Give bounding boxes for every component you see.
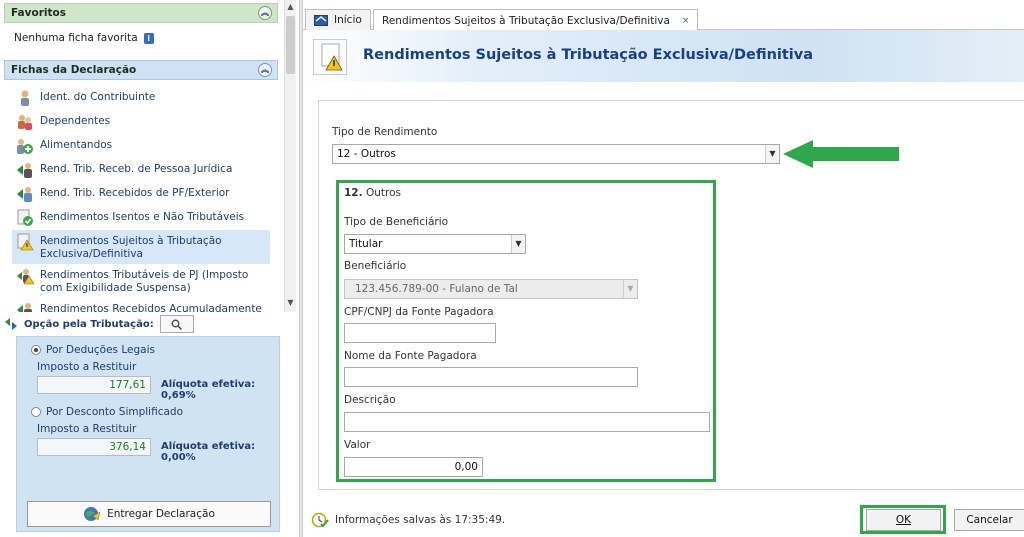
globe-send-icon bbox=[84, 507, 101, 521]
alimentandos-icon bbox=[17, 139, 33, 154]
sidebar-scrollbar[interactable]: ▲ ▼ bbox=[284, 0, 296, 312]
deducoes-legais-radio[interactable] bbox=[31, 345, 41, 355]
ficha-item-rend-trib-pf[interactable]: Rend. Trib. Recebidos de PF/Exterior bbox=[12, 182, 270, 206]
ficha-item-rend-trib-pj[interactable]: Rend. Trib. Receb. de Pessoa Jurídica bbox=[12, 158, 270, 182]
status-text: Informações salvas às 17:35:49. bbox=[335, 514, 506, 526]
fichas-list: Ident. do Contribuinte Dependentes Alime… bbox=[12, 86, 270, 312]
saved-clock-icon bbox=[311, 512, 329, 528]
tab-inicio-label: Início bbox=[334, 14, 362, 26]
ficha-item-tributacao-exclusiva[interactable]: Rendimentos Sujeitos à Tributação Exclus… bbox=[12, 230, 270, 264]
desconto-simplificado-radio[interactable] bbox=[31, 407, 41, 417]
ficha-label: Alimentandos bbox=[40, 139, 113, 151]
tab-bar: Início Rendimentos Sujeitos à Tributação… bbox=[303, 0, 1024, 31]
collapse-fichas-icon[interactable]: ︽ bbox=[258, 63, 272, 77]
suspended-income-icon bbox=[17, 269, 34, 285]
imposto-restituir-value-1: 177,61 bbox=[37, 376, 151, 394]
favoritos-header[interactable]: Favoritos ︽ bbox=[4, 3, 278, 23]
accumulated-income-icon bbox=[17, 303, 32, 312]
main-panel: Início Rendimentos Sujeitos à Tributação… bbox=[303, 0, 1024, 537]
ficha-label: Rendimentos Recebidos Acumuladamente bbox=[40, 303, 262, 312]
entregar-declaracao-label: Entregar Declaração bbox=[107, 508, 215, 520]
opcao-search-button[interactable] bbox=[159, 315, 194, 333]
scrollbar-thumb[interactable] bbox=[286, 16, 295, 74]
tipo-rendimento-select[interactable]: 12 - Outros ▼ bbox=[332, 144, 780, 164]
fichas-title: Fichas da Declaração bbox=[11, 64, 137, 76]
aliquota-efetiva-1: Alíquota efetiva: 0,69% bbox=[161, 379, 256, 401]
cancel-label: Cancelar bbox=[966, 514, 1013, 526]
swap-arrows-icon bbox=[5, 318, 17, 330]
desconto-simplificado-radio-row[interactable]: Por Desconto Simplificado bbox=[31, 406, 183, 418]
close-tab-icon[interactable]: × bbox=[682, 16, 690, 26]
income-pf-icon bbox=[17, 187, 32, 202]
search-icon bbox=[171, 319, 183, 330]
person-icon bbox=[21, 90, 29, 106]
chevron-down-icon[interactable]: ▼ bbox=[765, 145, 779, 163]
dependents-icon bbox=[18, 115, 32, 130]
ok-highlight-frame bbox=[860, 505, 946, 534]
fichas-header[interactable]: Fichas da Declaração ︽ bbox=[4, 60, 278, 80]
ficha-item-alimentandos[interactable]: Alimentandos bbox=[12, 134, 270, 158]
ficha-item-acumuladamente[interactable]: Rendimentos Recebidos Acumuladamente bbox=[12, 298, 270, 312]
deducoes-legais-radio-row[interactable]: Por Deduções Legais bbox=[31, 344, 155, 356]
page-title: Rendimentos Sujeitos à Tributação Exclus… bbox=[363, 47, 814, 63]
imposto-restituir-label-2: Imposto a Restituir bbox=[37, 423, 137, 435]
aliquota-efetiva-2: Alíquota efetiva: 0,00% bbox=[161, 441, 256, 463]
status-bar: Informações salvas às 17:35:49. bbox=[311, 512, 505, 528]
ficha-label: Rendimentos Tributáveis de PJ (Imposto c… bbox=[40, 269, 249, 294]
exempt-income-icon bbox=[17, 209, 33, 226]
favoritos-title: Favoritos bbox=[11, 7, 66, 19]
home-icon bbox=[314, 14, 328, 26]
tab-inicio[interactable]: Início bbox=[305, 9, 371, 30]
tab-rendimentos-label: Rendimentos Sujeitos à Tributação Exclus… bbox=[382, 14, 670, 27]
tributacao-panel: Por Deduções Legais Imposto a Restituir … bbox=[16, 336, 280, 532]
ficha-label: Rendimentos Sujeitos à Tributação Exclus… bbox=[40, 235, 222, 260]
imposto-restituir-label-1: Imposto a Restituir bbox=[37, 361, 137, 373]
imposto-restituir-value-2: 376,14 bbox=[37, 438, 151, 456]
green-arrow-annotation bbox=[783, 140, 899, 168]
collapse-favoritos-icon[interactable]: ︽ bbox=[258, 6, 272, 20]
ficha-item-isentos[interactable]: Rendimentos Isentos e Não Tributáveis bbox=[12, 206, 270, 230]
info-icon[interactable]: i bbox=[143, 32, 154, 44]
tipo-rendimento-label: Tipo de Rendimento bbox=[332, 126, 438, 138]
tab-rendimentos[interactable]: Rendimentos Sujeitos à Tributação Exclus… bbox=[373, 9, 699, 31]
income-pj-icon bbox=[17, 163, 32, 178]
scroll-up-icon[interactable]: ▲ bbox=[285, 2, 296, 14]
ficha-label: Ident. do Contribuinte bbox=[40, 91, 156, 103]
cancel-button[interactable]: Cancelar bbox=[954, 509, 1024, 531]
ficha-label: Rendimentos Isentos e Não Tributáveis bbox=[40, 211, 245, 223]
no-favorites-label: Nenhuma ficha favorita bbox=[14, 32, 138, 44]
page-header: Rendimentos Sujeitos à Tributação Exclus… bbox=[303, 30, 1024, 82]
warning-doc-icon bbox=[17, 233, 34, 251]
ficha-label: Rend. Trib. Receb. de Pessoa Jurídica bbox=[40, 163, 233, 175]
no-favorites-text: Nenhuma ficha favorita i bbox=[14, 32, 154, 44]
highlight-frame bbox=[336, 180, 716, 482]
ficha-item-ident-contribuinte[interactable]: Ident. do Contribuinte bbox=[12, 86, 270, 110]
opcao-tributacao-label: Opção pela Tributação: bbox=[24, 318, 154, 330]
tipo-rendimento-value: 12 - Outros bbox=[337, 148, 396, 160]
ficha-label: Rend. Trib. Recebidos de PF/Exterior bbox=[40, 187, 230, 199]
opcao-tributacao-row: Opção pela Tributação: bbox=[0, 313, 296, 335]
ficha-label: Dependentes bbox=[40, 115, 111, 127]
desconto-simplificado-label: Por Desconto Simplificado bbox=[46, 406, 184, 418]
ficha-item-dependentes[interactable]: Dependentes bbox=[12, 110, 270, 134]
deducoes-legais-label: Por Deduções Legais bbox=[46, 344, 155, 356]
header-warning-doc-icon bbox=[313, 39, 347, 75]
scroll-down-icon[interactable]: ▼ bbox=[285, 298, 296, 310]
left-panel: Favoritos ︽ Nenhuma ficha favorita i Fic… bbox=[0, 0, 284, 537]
entregar-declaracao-button[interactable]: Entregar Declaração bbox=[27, 501, 271, 527]
ficha-item-exigibilidade-suspensa[interactable]: Rendimentos Tributáveis de PJ (Imposto c… bbox=[12, 264, 270, 298]
